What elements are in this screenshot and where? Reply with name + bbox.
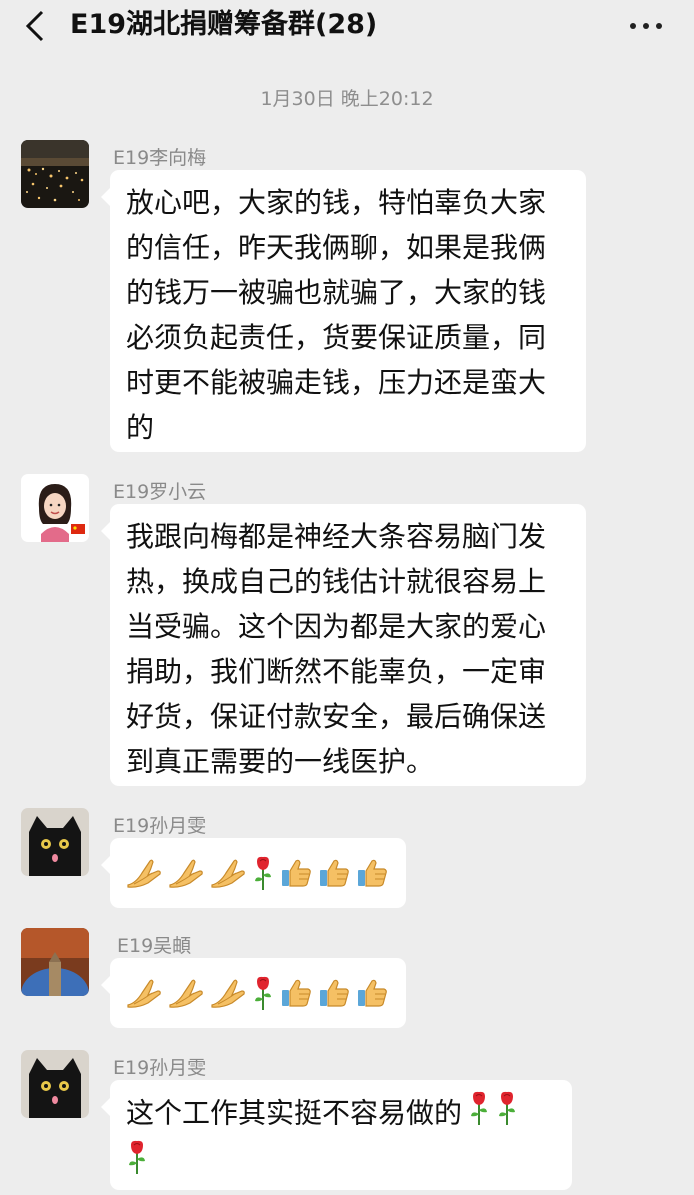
message-bubble[interactable]: 我跟向梅都是神经大条容易脑门发 热，换成自己的钱估计就很容易上 当受骗。这个因为… (101, 504, 586, 786)
message-text-line: 到真正需要的一线医护。 (126, 745, 435, 778)
message-text-line: 的信任，昨天我俩聊，如果是我俩 (126, 231, 547, 264)
chat-header: E19湖北捐赠筹备群(28) (0, 0, 694, 52)
night-city-avatar-image (21, 140, 89, 208)
sender-name: E19吴頔 (117, 935, 192, 957)
avatar[interactable] (21, 808, 89, 876)
message-text-line: 的钱万一被骗也就骗了，大家的钱 (126, 276, 547, 309)
avatar[interactable] (21, 474, 89, 542)
message-bubble[interactable]: 放心吧，大家的钱，特怕辜负大家 的信任，昨天我俩聊，如果是我俩 的钱万一被骗也就… (101, 170, 586, 452)
rose-emoji (252, 975, 274, 1011)
chevron-left-icon (25, 10, 44, 42)
message-text-line: 放心吧，大家的钱，特怕辜负大家 (126, 186, 547, 219)
pray-emoji (126, 857, 162, 889)
message-text-line: 捐助，我们断然不能辜负，一定审 (126, 655, 547, 688)
cartoon-woman-avatar-image (21, 474, 89, 542)
message-bubble[interactable] (101, 838, 406, 908)
avatar[interactable] (21, 928, 89, 996)
thumbs-up-emoji (318, 857, 350, 889)
message-text-line: 好货，保证付款安全，最后确保送 (126, 700, 547, 733)
message-text-line: 的 (126, 411, 155, 444)
emoji-row (126, 851, 390, 895)
message-text-line: 必须负起责任，货要保证质量，同 (126, 321, 547, 354)
message-bubble[interactable]: 这个工作其实挺不容易做的 (101, 1080, 572, 1190)
pray-emoji (168, 857, 204, 889)
emoji-row (126, 971, 390, 1015)
back-button[interactable] (18, 8, 54, 44)
rose-emoji (468, 1090, 490, 1139)
message-text-line: 时更不能被骗走钱，压力还是蛮大 (126, 366, 547, 399)
thumbs-up-emoji (280, 857, 312, 889)
black-cat-avatar-image (21, 808, 89, 876)
more-dots-icon (630, 23, 636, 29)
avatar[interactable] (21, 140, 89, 208)
message-text-line: 这个工作其实挺不容易做的 (126, 1096, 463, 1130)
message-bubble[interactable] (101, 958, 406, 1028)
thumbs-up-emoji (280, 977, 312, 1009)
pray-emoji (210, 857, 246, 889)
thumbs-up-emoji (318, 977, 350, 1009)
rose-emoji (126, 1139, 148, 1188)
black-cat-avatar-image (21, 1050, 89, 1118)
rose-emoji (252, 855, 274, 891)
sender-name: E19李向梅 (113, 147, 207, 169)
pray-emoji (168, 977, 204, 1009)
pray-emoji (210, 977, 246, 1009)
message-text-line: 当受骗。这个因为都是大家的爱心 (126, 610, 547, 643)
chat-title: E19湖北捐赠筹备群(28) (70, 9, 378, 40)
message-text-line: 我跟向梅都是神经大条容易脑门发 (126, 520, 547, 553)
sender-name: E19孙月雯 (113, 815, 207, 837)
message-text-line: 热，换成自己的钱估计就很容易上 (126, 565, 547, 598)
pray-emoji (126, 977, 162, 1009)
sender-name: E19罗小云 (113, 481, 207, 503)
sender-name: E19孙月雯 (113, 1057, 207, 1079)
building-photo-avatar-image (21, 928, 89, 996)
avatar[interactable] (21, 1050, 89, 1118)
thumbs-up-emoji (356, 977, 388, 1009)
more-options-button[interactable] (626, 10, 666, 42)
rose-emoji (496, 1090, 518, 1139)
thumbs-up-emoji (356, 857, 388, 889)
chat-timestamp: 1月30日 晚上20:12 (260, 88, 434, 110)
